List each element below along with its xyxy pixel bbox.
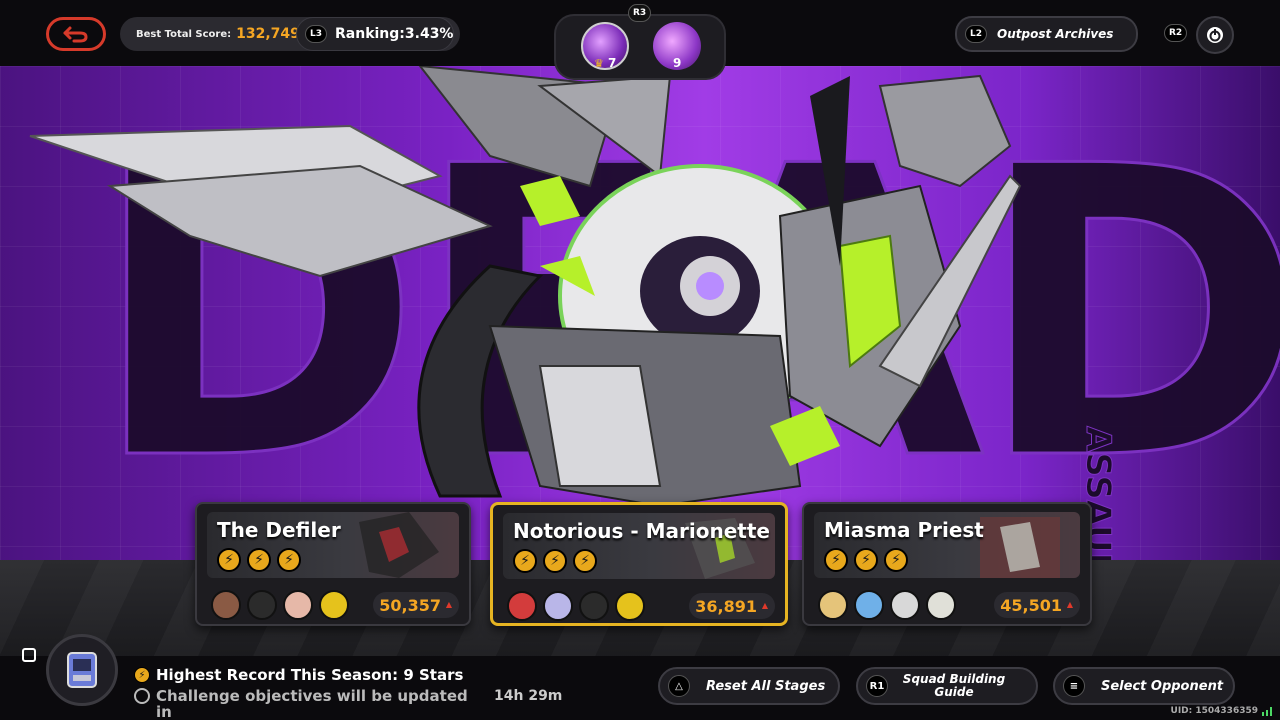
boss-score: 50,357 (379, 595, 441, 615)
boss-card-notorious-marionette[interactable]: Notorious - Marionette ⚡ ⚡ ⚡ 36,891 ▲ (490, 502, 788, 626)
power-icon (1207, 27, 1223, 43)
star-coin-icon: ⚡ (134, 667, 150, 683)
squad-building-guide-label: Squad Building Guide (902, 672, 1006, 699)
star-icon: ⚡ (884, 548, 908, 572)
boss-name: Notorious - Marionette (513, 519, 770, 543)
star-icon: ⚡ (573, 549, 597, 573)
ranking-button[interactable]: L3 Ranking:3.43% (296, 17, 454, 51)
star-rating: ⚡ ⚡ ⚡ (217, 548, 301, 572)
r1-button-hint: R1 (866, 675, 888, 697)
avatar (543, 591, 573, 621)
signal-icon (1262, 707, 1272, 716)
touchpad-hint-icon (22, 648, 36, 662)
user-id: UID: 1504336359 (1170, 706, 1258, 716)
select-opponent-label: Select Opponent (1101, 678, 1224, 694)
objective-notice-text: Challenge objectives will be updated in (156, 687, 468, 720)
star-icon: ⚡ (854, 548, 878, 572)
select-opponent-button[interactable]: ≡ Select Opponent (1053, 667, 1235, 705)
reset-all-stages-button[interactable]: △ Reset All Stages (658, 667, 840, 705)
triangle-button-icon: △ (668, 675, 690, 697)
menu-button-icon: ≡ (1063, 675, 1085, 697)
boss-score-box: 36,891 ▲ (689, 593, 775, 619)
squad-avatars (211, 590, 349, 620)
star-icon: ⚡ (247, 548, 271, 572)
boss-name: The Defiler (217, 518, 341, 542)
boss-score: 36,891 (695, 596, 757, 616)
medal-2-count: 9 (673, 56, 682, 70)
avatar (854, 590, 884, 620)
best-score-value: 132,749 (236, 26, 300, 42)
star-rating: ⚡ ⚡ ⚡ (513, 549, 597, 573)
score-caret-icon: ▲ (1066, 600, 1073, 609)
boss-illustration (29, 66, 1022, 508)
star-rating: ⚡ ⚡ ⚡ (824, 548, 908, 572)
clock-icon (134, 688, 150, 704)
boss-card-the-defiler[interactable]: The Defiler ⚡ ⚡ ⚡ 50,357 ▲ (195, 502, 471, 626)
season-record-text: Highest Record This Season: 9 Stars (156, 666, 464, 684)
medal-1-icon[interactable] (581, 22, 629, 70)
reset-timer: 14h 29m (494, 688, 563, 704)
boss-name: Miasma Priest (824, 518, 984, 542)
avatar (211, 590, 241, 620)
outpost-archives-label: Outpost Archives (997, 27, 1114, 41)
star-icon: ⚡ (217, 548, 241, 572)
score-caret-icon: ▲ (761, 601, 768, 610)
medal-selector[interactable]: R3 ♛ 7 9 (554, 4, 726, 80)
avatar (579, 591, 609, 621)
squad-avatars (818, 590, 956, 620)
inventory-button[interactable] (46, 634, 118, 706)
avatar (319, 590, 349, 620)
r2-button-hint: R2 (1164, 24, 1188, 42)
best-score-label: Best Total Score: (136, 28, 232, 40)
star-icon: ⚡ (824, 548, 848, 572)
top-bar: Best Total Score: 132,749 L3 Ranking:3.4… (0, 0, 1280, 80)
ranking-text: Ranking:3.43% (335, 26, 454, 42)
boss-banner: The Defiler ⚡ ⚡ ⚡ (207, 512, 459, 578)
reset-all-stages-label: Reset All Stages (706, 678, 826, 694)
power-button[interactable] (1196, 16, 1234, 54)
outpost-archives-button[interactable]: L2 Outpost Archives (955, 16, 1138, 52)
boss-score-box: 45,501 ▲ (994, 592, 1080, 618)
avatar (818, 590, 848, 620)
l3-button-hint: L3 (305, 25, 327, 43)
squad-building-guide-button[interactable]: R1 Squad Building Guide (856, 667, 1038, 705)
star-icon: ⚡ (277, 548, 301, 572)
avatar (247, 590, 277, 620)
star-icon: ⚡ (513, 549, 537, 573)
objective-notice: Challenge objectives will be updated in (134, 688, 486, 720)
star-icon: ⚡ (543, 549, 567, 573)
squad-avatars (507, 591, 645, 621)
crown-icon: ♛ (594, 57, 604, 70)
boss-stage-background: DEADLY ASSAULT (0, 66, 1280, 566)
back-button[interactable] (46, 17, 106, 51)
avatar (926, 590, 956, 620)
boss-banner: Notorious - Marionette ⚡ ⚡ ⚡ (503, 513, 775, 579)
boss-score: 45,501 (1000, 595, 1062, 615)
boss-card-miasma-priest[interactable]: Miasma Priest ⚡ ⚡ ⚡ 45,501 ▲ (802, 502, 1092, 626)
boss-banner: Miasma Priest ⚡ ⚡ ⚡ (814, 512, 1080, 578)
avatar (507, 591, 537, 621)
l2-button-hint: L2 (965, 25, 987, 43)
back-arrow-icon (63, 26, 88, 43)
medal-1-count: 7 (608, 56, 617, 70)
avatar (615, 591, 645, 621)
avatar (890, 590, 920, 620)
avatar (283, 590, 313, 620)
inventory-icon (67, 652, 97, 688)
season-record: ⚡ Highest Record This Season: 9 Stars (134, 666, 463, 684)
boss-score-box: 50,357 ▲ (373, 592, 459, 618)
score-caret-icon: ▲ (445, 600, 452, 609)
r3-button-hint: R3 (628, 4, 652, 22)
